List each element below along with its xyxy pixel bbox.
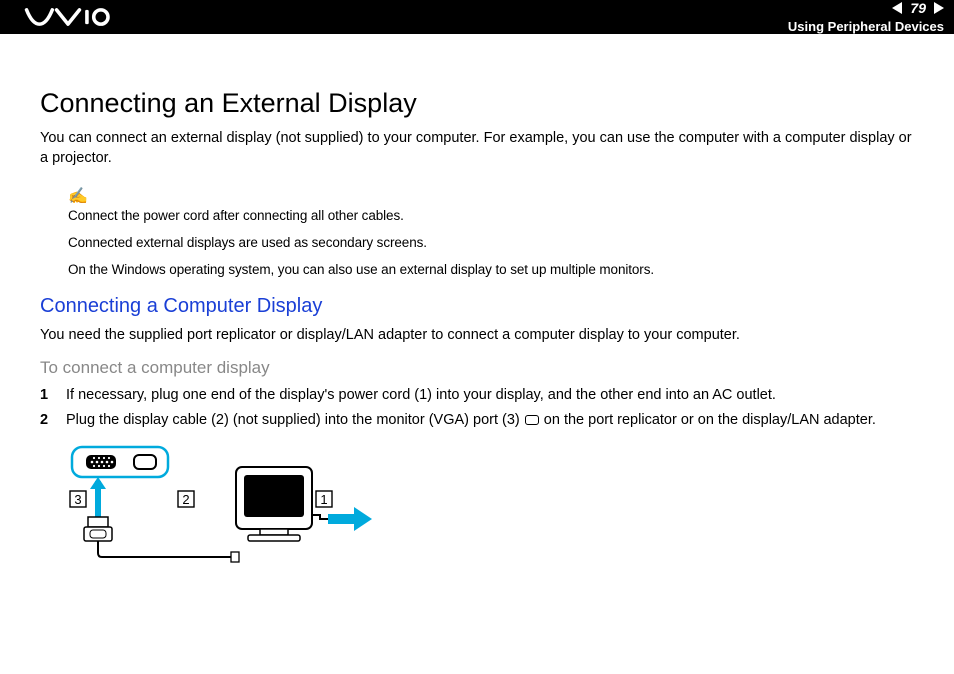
step-2: Plug the display cable (2) (not supplied… bbox=[40, 411, 914, 431]
header-right: 79 Using Peripheral Devices bbox=[788, 0, 944, 34]
intro-paragraph: You can connect an external display (not… bbox=[40, 129, 914, 168]
step-1: If necessary, plug one end of the displa… bbox=[40, 386, 914, 406]
next-page-icon[interactable] bbox=[934, 2, 944, 14]
vaio-logo bbox=[22, 7, 114, 27]
diagram-label-2: 2 bbox=[182, 492, 189, 507]
page-navigator: 79 bbox=[892, 0, 944, 16]
vaio-logo-svg bbox=[22, 7, 114, 27]
note-line-2: Connected external displays are used as … bbox=[68, 235, 914, 250]
step-2-part-b: on the port replicator or on the display… bbox=[540, 412, 876, 428]
note-line-1: Connect the power cord after connecting … bbox=[68, 208, 914, 223]
connection-diagram: 3 2 bbox=[68, 445, 914, 570]
diagram-label-3: 3 bbox=[74, 492, 81, 507]
page-content: Connecting an External Display You can c… bbox=[0, 34, 954, 570]
header-bar: 79 Using Peripheral Devices bbox=[0, 0, 954, 34]
step-2-part-a: Plug the display cable (2) (not supplied… bbox=[66, 412, 524, 428]
steps-list: If necessary, plug one end of the displa… bbox=[40, 386, 914, 431]
note-icon: ✍ bbox=[68, 186, 88, 206]
note-block: ✍ Connect the power cord after connectin… bbox=[68, 186, 914, 277]
section-title: Using Peripheral Devices bbox=[788, 19, 944, 34]
page-number: 79 bbox=[906, 0, 930, 16]
subheading: Connecting a Computer Display bbox=[40, 295, 914, 318]
note-line-3: On the Windows operating system, you can… bbox=[68, 262, 914, 277]
sub-intro: You need the supplied port replicator or… bbox=[40, 326, 914, 346]
document-page: 79 Using Peripheral Devices Connecting a… bbox=[0, 0, 954, 674]
page-title: Connecting an External Display bbox=[40, 88, 914, 119]
monitor-port-icon bbox=[525, 415, 539, 425]
procedure-heading: To connect a computer display bbox=[40, 358, 914, 378]
prev-page-icon[interactable] bbox=[892, 2, 902, 14]
diagram-label-1: 1 bbox=[320, 492, 327, 507]
